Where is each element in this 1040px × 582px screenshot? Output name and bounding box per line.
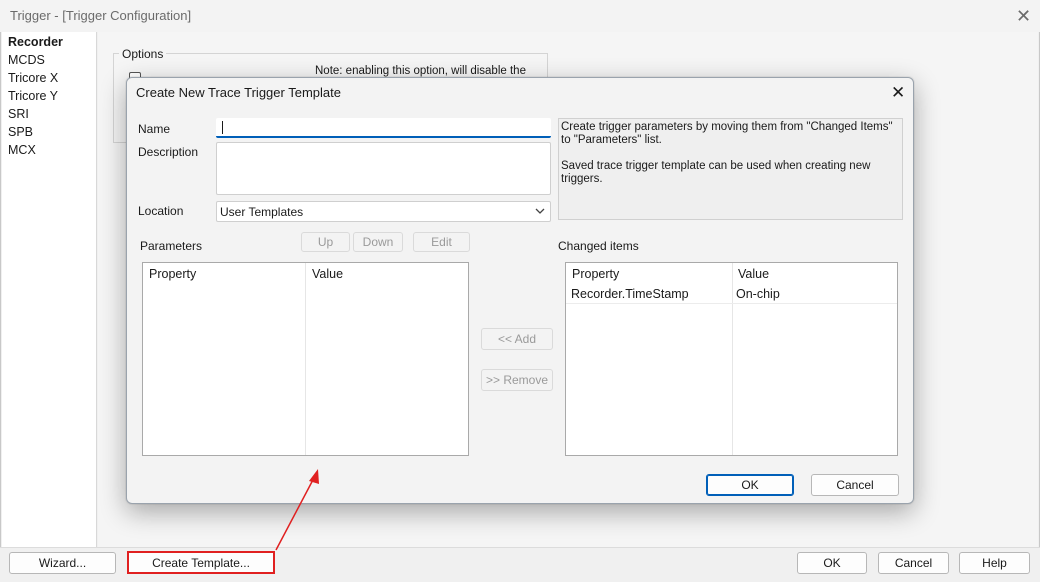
parameters-col-property: Property: [149, 267, 197, 281]
options-note: Note: enabling this option, will disable…: [315, 65, 526, 77]
location-select[interactable]: User Templates: [216, 201, 551, 222]
sidebar-item-tricore-y[interactable]: Tricore Y: [8, 87, 58, 105]
parameters-col-divider: [305, 263, 306, 455]
changed-items-label: Changed items: [558, 239, 639, 253]
main-cancel-button[interactable]: Cancel: [878, 552, 949, 574]
add-button[interactable]: << Add: [481, 328, 553, 350]
sidebar-item-sri[interactable]: SRI: [8, 105, 29, 123]
changed-items-table[interactable]: Property Value Recorder.TimeStamp On-chi…: [565, 262, 898, 456]
sidebar-item-tricore-x[interactable]: Tricore X: [8, 69, 58, 87]
dialog-close-icon[interactable]: ✕: [891, 84, 905, 101]
window-title: Trigger - [Trigger Configuration]: [10, 8, 192, 23]
title-bar: Trigger - [Trigger Configuration] ✕: [0, 0, 1040, 32]
text-cursor: [222, 121, 223, 134]
info-line-2: Saved trace trigger template can be used…: [561, 160, 871, 185]
name-label: Name: [138, 122, 171, 136]
table-row[interactable]: Recorder.TimeStamp On-chip: [566, 284, 897, 304]
main-ok-button[interactable]: OK: [797, 552, 867, 574]
sidebar-item-recorder[interactable]: Recorder: [8, 33, 63, 51]
down-button[interactable]: Down: [353, 232, 403, 252]
edit-button[interactable]: Edit: [413, 232, 470, 252]
up-button[interactable]: Up: [301, 232, 350, 252]
changed-col-property: Property: [572, 267, 620, 281]
create-template-dialog: Create New Trace Trigger Template ✕ Name…: [126, 77, 914, 504]
options-group-label: Options: [119, 47, 167, 61]
window-close-icon[interactable]: ✕: [1016, 7, 1031, 25]
name-input[interactable]: [216, 118, 551, 138]
create-template-button[interactable]: Create Template...: [127, 551, 275, 574]
info-line-1: Create trigger parameters by moving them…: [561, 121, 893, 146]
sidebar: Recorder MCDS Tricore X Tricore Y SRI SP…: [2, 32, 97, 547]
chevron-down-icon: [535, 208, 545, 214]
changed-col-value: Value: [738, 267, 770, 281]
sidebar-item-mcds[interactable]: MCDS: [8, 51, 45, 69]
parameters-table[interactable]: Property Value: [142, 262, 469, 456]
row-value-cell: On-chip: [736, 287, 780, 301]
row-property-cell: Recorder.TimeStamp: [571, 287, 689, 301]
description-label: Description: [138, 145, 199, 159]
dialog-cancel-button[interactable]: Cancel: [811, 474, 899, 496]
main-help-button[interactable]: Help: [959, 552, 1030, 574]
location-label: Location: [138, 204, 184, 218]
parameters-label: Parameters: [140, 239, 203, 253]
sidebar-item-spb[interactable]: SPB: [8, 123, 33, 141]
sidebar-item-mcx[interactable]: MCX: [8, 141, 36, 159]
parameters-col-value: Value: [312, 267, 344, 281]
description-input[interactable]: [216, 142, 551, 195]
remove-button[interactable]: >> Remove: [481, 369, 553, 391]
info-box: Create trigger parameters by moving them…: [558, 118, 903, 220]
dialog-title: Create New Trace Trigger Template: [136, 85, 341, 100]
wizard-button[interactable]: Wizard...: [9, 552, 116, 574]
dialog-ok-button[interactable]: OK: [706, 474, 794, 496]
